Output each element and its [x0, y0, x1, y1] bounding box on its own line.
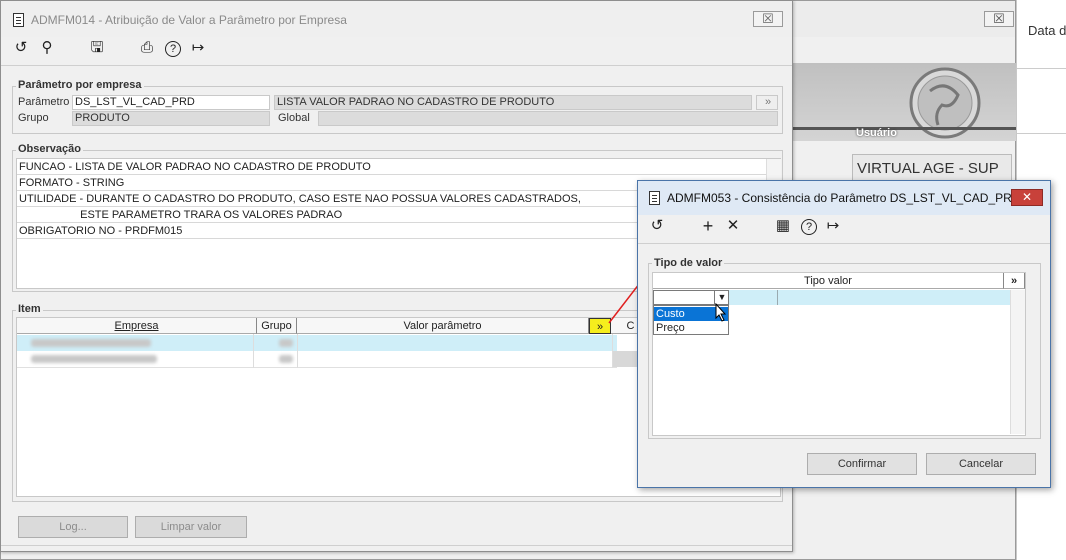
dialog-titlebar: ADMFM053 - Consistência do Parâmetro DS_… [638, 181, 1050, 215]
document-icon [649, 191, 660, 205]
dialog-title: ADMFM053 - Consistência do Parâmetro DS_… [667, 191, 1021, 205]
column-divider [777, 290, 778, 305]
column-header-tipo-valor[interactable]: Tipo valor [653, 273, 1004, 289]
mouse-cursor-icon [715, 303, 727, 322]
dropdown-option-preco[interactable]: Preço [654, 321, 728, 335]
tipo-valor-scrollbar[interactable] [1010, 290, 1025, 434]
dialog-toolbar-separator [638, 243, 1050, 244]
tipo-valor-grid: Tipo valor » ▼ Custo Preço [652, 272, 1026, 436]
dialog-close-button[interactable]: ✕ [1011, 189, 1043, 206]
exit-icon[interactable]: ↦ [824, 217, 842, 235]
tipo-valor-group-title: Tipo de valor [652, 257, 725, 269]
confirm-button[interactable]: Confirmar [807, 453, 917, 475]
more-columns-button[interactable]: » [1004, 273, 1025, 289]
add-icon[interactable]: + [699, 217, 717, 235]
help-icon[interactable]: ? [801, 219, 817, 235]
consistency-dialog: ADMFM053 - Consistência do Parâmetro DS_… [637, 180, 1051, 488]
delete-icon[interactable]: ✕ [724, 217, 742, 235]
calendar-icon[interactable]: ▦ [774, 217, 792, 235]
undo-icon[interactable]: ↺ [648, 217, 666, 235]
cancel-button[interactable]: Cancelar [926, 453, 1036, 475]
